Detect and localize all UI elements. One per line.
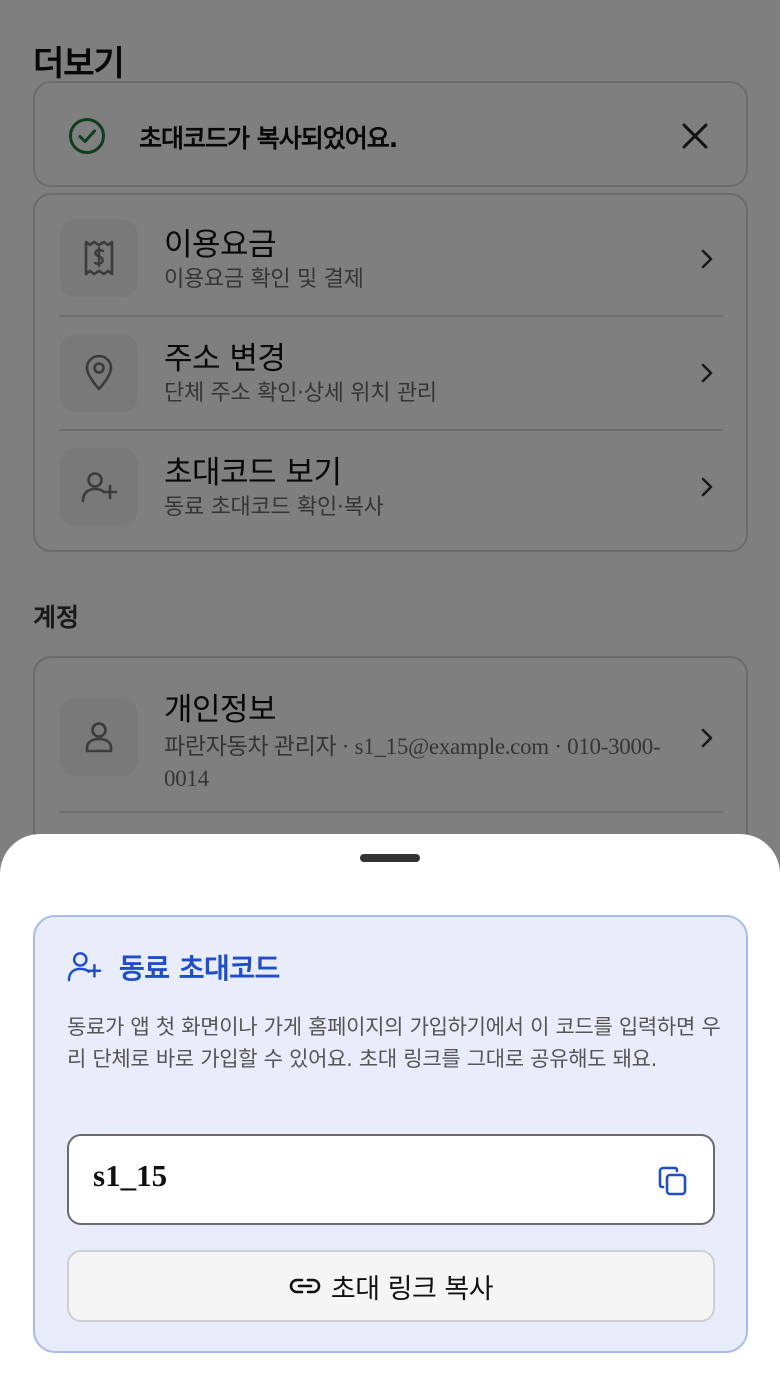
invite-code-field[interactable]: s1_15 [67,1134,715,1225]
invite-code-bottom-sheet: 동료 초대코드 동료가 앱 첫 화면이나 가게 홈페이지의 가입하기에서 이 코… [0,834,780,1386]
copy-invite-link-button[interactable]: 초대 링크 복사 [67,1250,715,1322]
invite-code-value: s1_15 [93,1158,168,1193]
link-icon [289,1278,321,1294]
sheet-title: 동료 초대코드 [119,952,280,985]
panel-header: 동료 초대코드 [67,947,280,987]
copy-invite-link-label: 초대 링크 복사 [330,1273,494,1305]
drag-handle[interactable] [360,854,420,862]
user-plus-icon [67,952,102,982]
invite-code-panel: 동료 초대코드 동료가 앱 첫 화면이나 가게 홈페이지의 가입하기에서 이 코… [33,915,748,1353]
copy-icon[interactable] [657,1165,689,1197]
sheet-description: 동료가 앱 첫 화면이나 가게 홈페이지의 가입하기에서 이 코드를 입력하면 … [67,1015,721,1071]
